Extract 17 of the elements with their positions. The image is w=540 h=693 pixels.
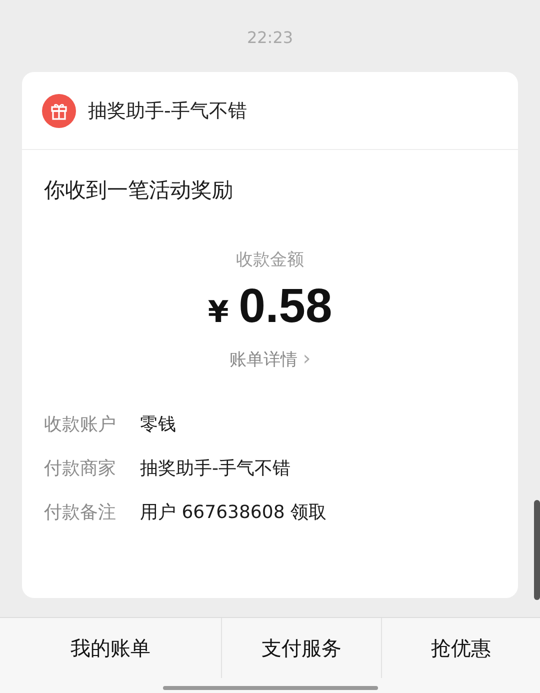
field-value: 零钱	[140, 413, 176, 437]
amount-value: 0.58	[238, 279, 332, 334]
menu-item[interactable]: 抢优惠	[382, 618, 540, 678]
message-time: 22:23	[246, 27, 294, 49]
gift-icon	[42, 94, 76, 128]
field-value: 用户 667638608 领取	[140, 501, 327, 525]
currency-symbol: ¥	[208, 295, 229, 330]
field-label: 付款商家	[44, 457, 116, 481]
menu-item[interactable]: 支付服务	[222, 618, 382, 678]
menu-item[interactable]: 我的账单	[0, 618, 222, 678]
field-label: 付款备注	[44, 501, 116, 525]
sender-name: 抽奖助手-手气不错	[88, 98, 247, 124]
field-label: 收款账户	[44, 413, 116, 437]
amount-label: 收款金额	[235, 249, 305, 271]
message-text: 你收到一笔活动奖励	[43, 177, 234, 204]
details-link[interactable]: 账单详情 ›	[22, 346, 518, 371]
field-value: 抽奖助手-手气不错	[140, 457, 290, 481]
